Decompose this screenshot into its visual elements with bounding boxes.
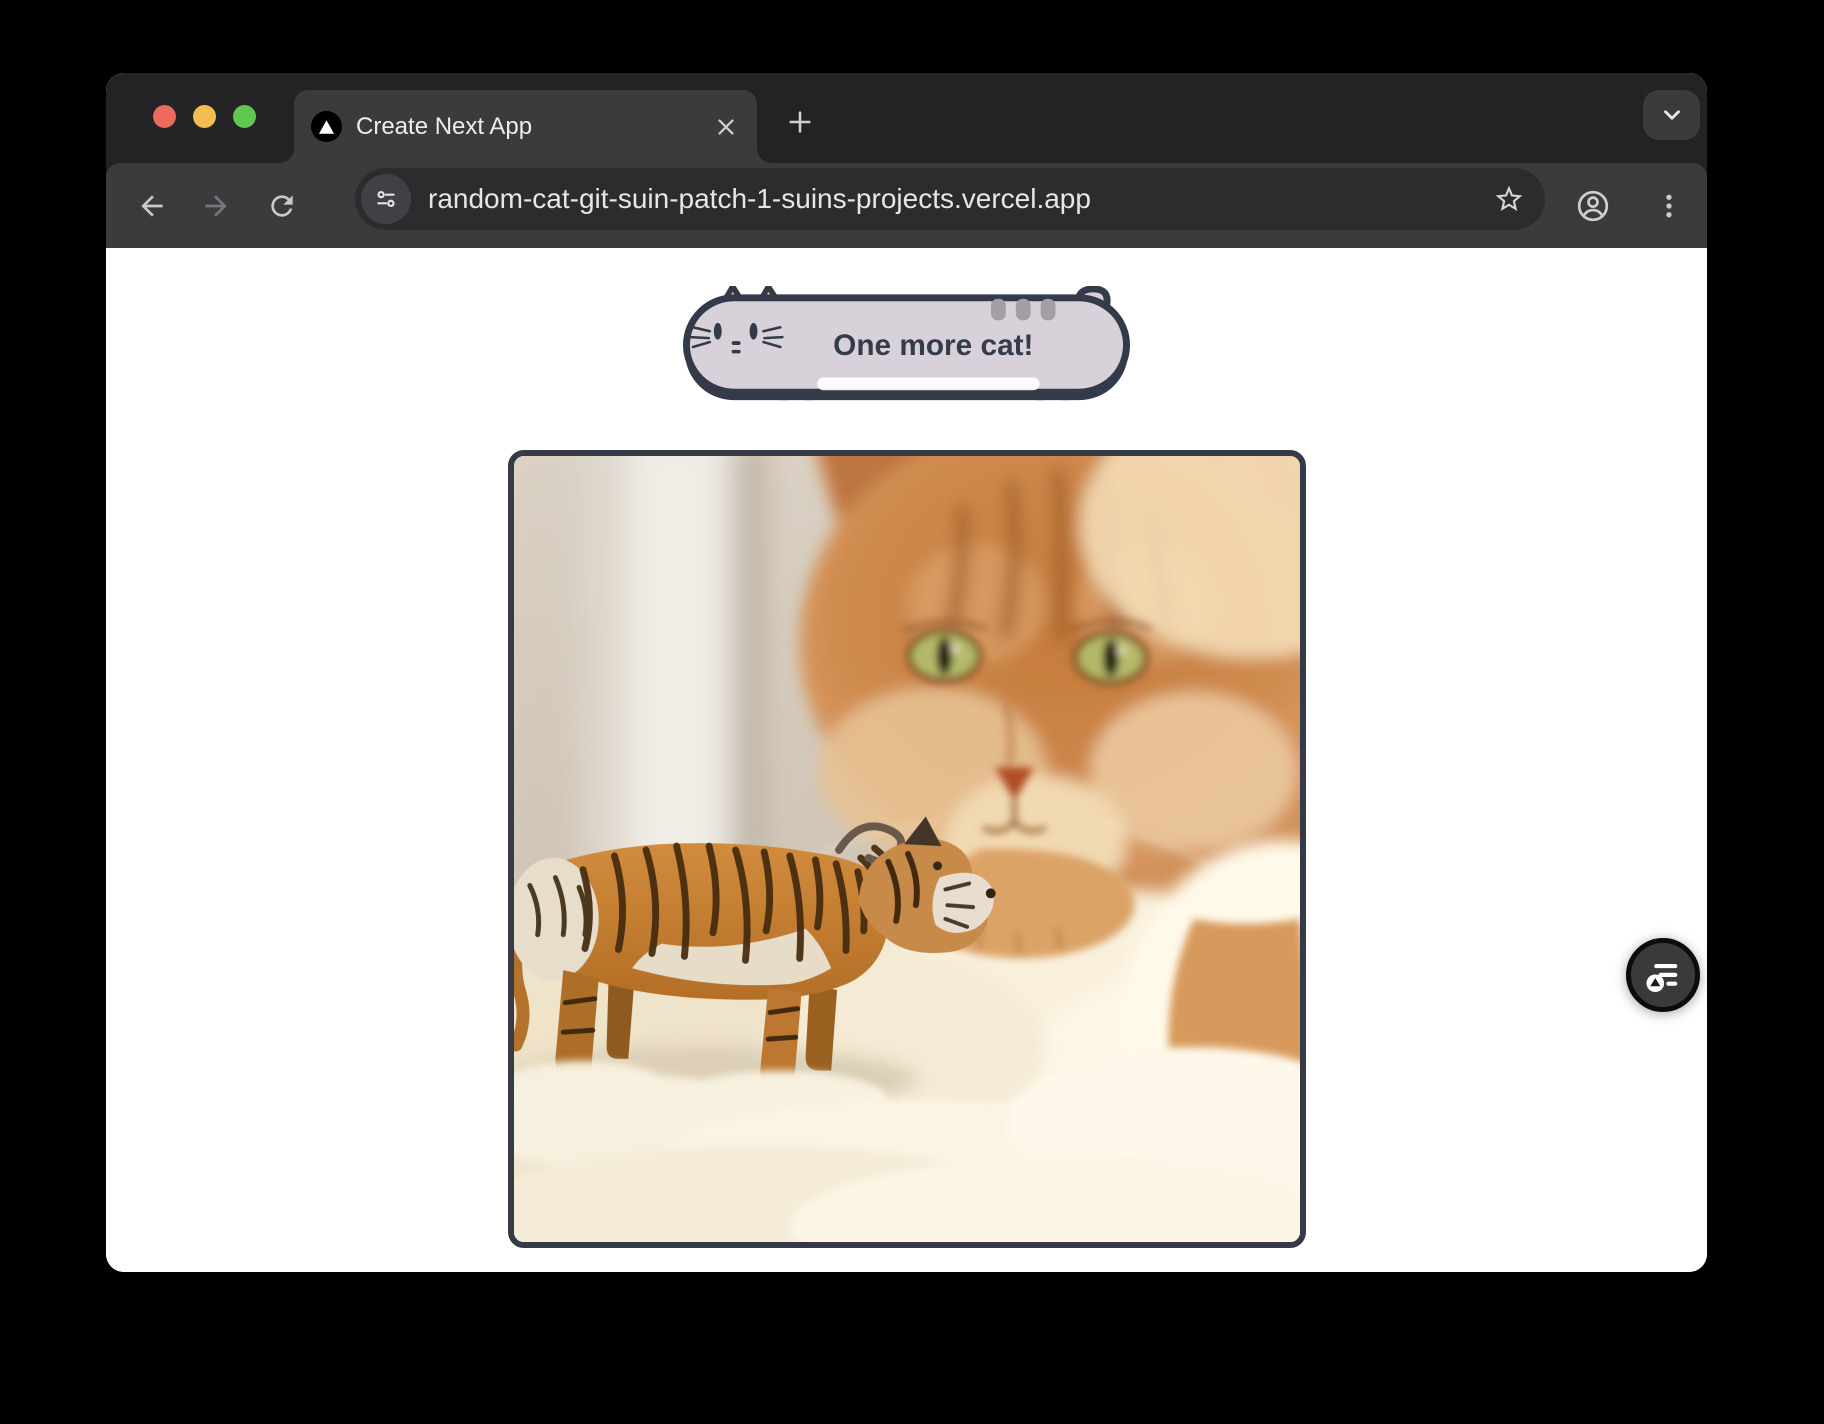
titlebar: Create Next App xyxy=(106,73,1707,163)
back-arrow-icon[interactable] xyxy=(131,185,173,227)
forward-arrow-icon[interactable] xyxy=(195,185,237,227)
one-more-cat-button[interactable]: One more cat! xyxy=(683,286,1130,404)
traffic-zoom-icon[interactable] xyxy=(233,105,256,128)
tab-title: Create Next App xyxy=(356,113,709,141)
url-bar[interactable]: random-cat-git-suin-patch-1-suins-projec… xyxy=(355,168,1545,230)
tab-search-chevron-icon[interactable] xyxy=(1643,90,1700,140)
cat-button-label: One more cat! xyxy=(833,329,1033,362)
traffic-minimize-icon[interactable] xyxy=(193,105,216,128)
profile-icon[interactable] xyxy=(1572,185,1614,227)
vercel-toolbar-button[interactable] xyxy=(1626,938,1700,1012)
tab-close-icon[interactable] xyxy=(709,110,743,144)
traffic-close-icon[interactable] xyxy=(153,105,176,128)
vercel-triangle-icon xyxy=(311,111,342,142)
new-tab-plus-icon[interactable] xyxy=(778,100,822,144)
web-page: One more cat! xyxy=(106,248,1707,1272)
browser-tab[interactable]: Create Next App xyxy=(294,90,757,163)
site-settings-tune-icon[interactable] xyxy=(361,174,411,224)
url-text: random-cat-git-suin-patch-1-suins-projec… xyxy=(428,183,1489,215)
browser-window: Create Next App xyxy=(106,73,1707,1272)
menu-dots-icon[interactable] xyxy=(1650,185,1688,227)
reload-icon[interactable] xyxy=(261,185,303,227)
toolbar: random-cat-git-suin-patch-1-suins-projec… xyxy=(106,163,1707,248)
browser-chrome: Create Next App xyxy=(106,73,1707,248)
bookmark-star-icon[interactable] xyxy=(1489,179,1529,219)
cat-photo xyxy=(508,450,1306,1248)
desktop: { "browser": { "tab": { "title": "Create… xyxy=(0,0,1824,1424)
